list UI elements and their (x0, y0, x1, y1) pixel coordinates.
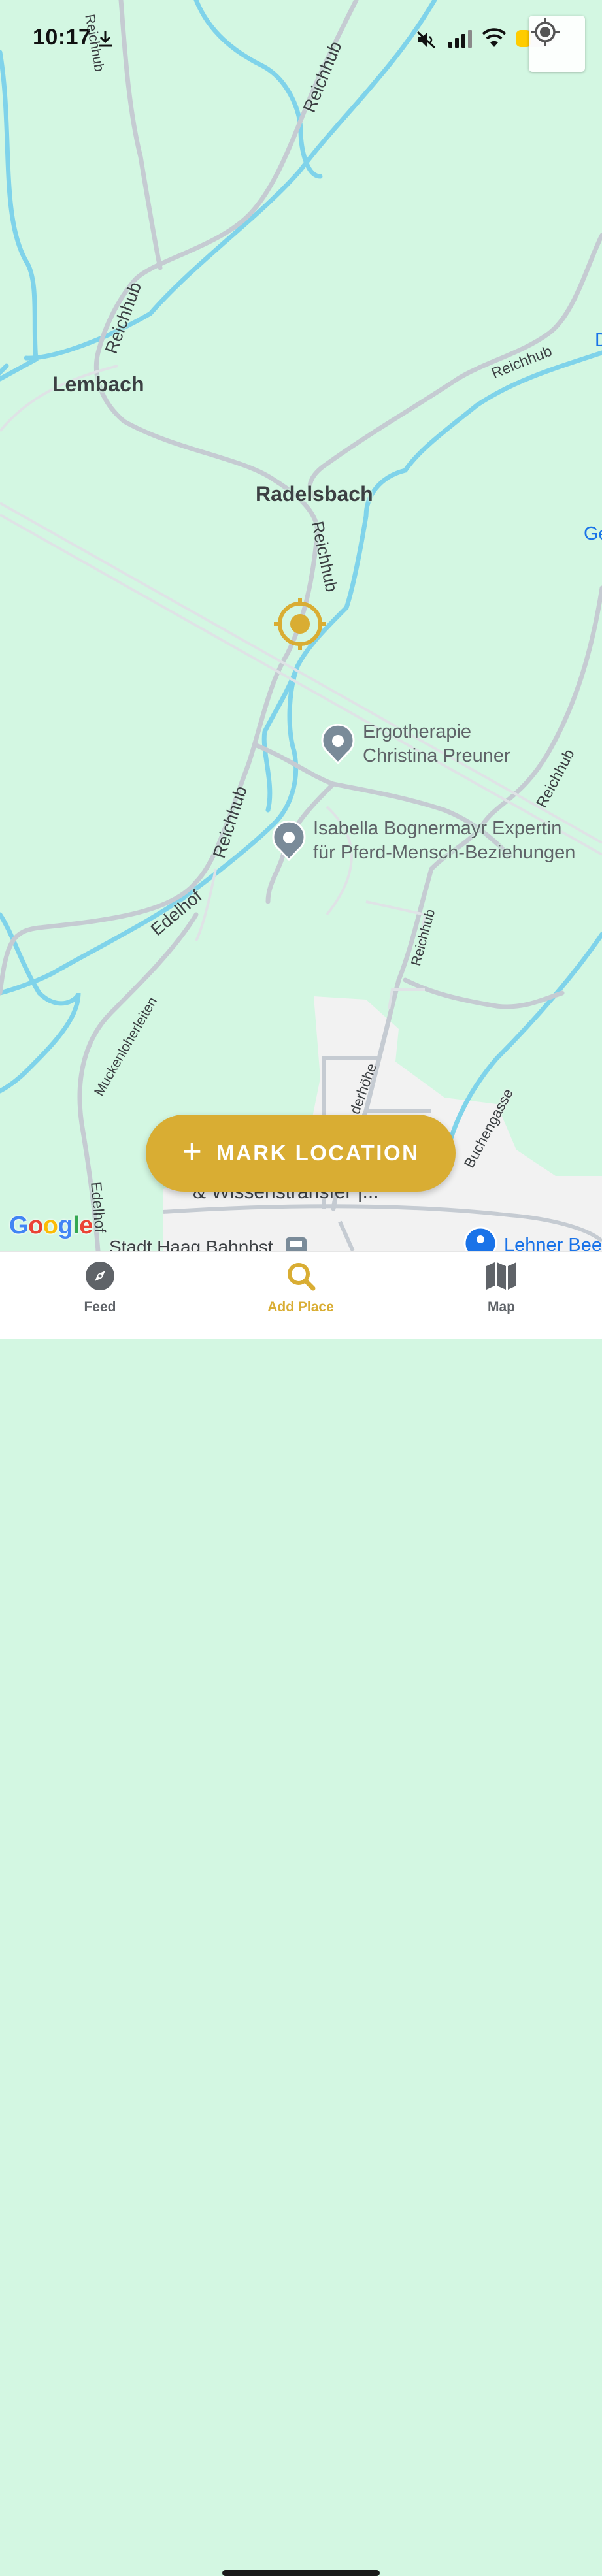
edge-label: D (595, 330, 602, 351)
poi-name-line: Isabella Bognermayr Expertin (313, 818, 562, 839)
plus-icon: + (182, 1133, 202, 1171)
locate-me-button[interactable] (529, 16, 585, 72)
mute-icon (416, 31, 436, 49)
search-icon (288, 1263, 316, 1291)
wifi-icon (482, 28, 507, 47)
train-station-icon (286, 1237, 307, 1251)
tab-label: Add Place (267, 1299, 334, 1314)
tab-map[interactable]: Map (436, 1261, 567, 1315)
poi-pin-icon[interactable] (463, 1226, 497, 1251)
poi-name-line: Ergotherapie (363, 721, 472, 742)
poi-pin-icon[interactable] (320, 724, 356, 764)
map-icon (486, 1262, 516, 1290)
partial-poi-label: Lehner Bee (504, 1235, 602, 1251)
partial-station-label: Stadt Haag Bahnhst (109, 1237, 273, 1251)
status-time: 10:17 (33, 25, 92, 50)
poi-name-line: für Pferd-Mensch-Beziehungen (313, 842, 576, 863)
mark-location-label: MARK LOCATION (216, 1141, 420, 1165)
place-label-radelsbach: Radelsbach (256, 482, 373, 506)
tab-bar: Feed Add Place Map (0, 1251, 602, 2576)
compass-icon (86, 1262, 114, 1290)
tab-add-place[interactable]: Add Place (235, 1261, 366, 1315)
poi-pin-icon[interactable] (271, 821, 307, 861)
map-view[interactable]: 10:17 Reichhub Reichhub Reichhub Reichhu… (0, 0, 602, 1251)
signal-icon (448, 30, 472, 48)
poi-name-line: Christina Preuner (363, 745, 510, 766)
poi-label[interactable]: Isabella Bognermayr Expertin für Pferd-M… (313, 817, 575, 865)
poi-label[interactable]: Ergotherapie Christina Preuner (363, 720, 510, 768)
edge-label: Ge (584, 523, 602, 544)
tab-label: Feed (84, 1299, 116, 1314)
mark-location-button[interactable]: + MARK LOCATION (146, 1115, 456, 1192)
tab-feed[interactable]: Feed (35, 1261, 165, 1315)
tab-label: Map (488, 1299, 515, 1314)
current-location-marker (274, 598, 326, 650)
google-logo: Google (9, 1212, 93, 1239)
crosshair-icon (531, 18, 560, 46)
home-indicator (222, 2570, 380, 2576)
place-label-lembach: Lembach (52, 372, 144, 396)
